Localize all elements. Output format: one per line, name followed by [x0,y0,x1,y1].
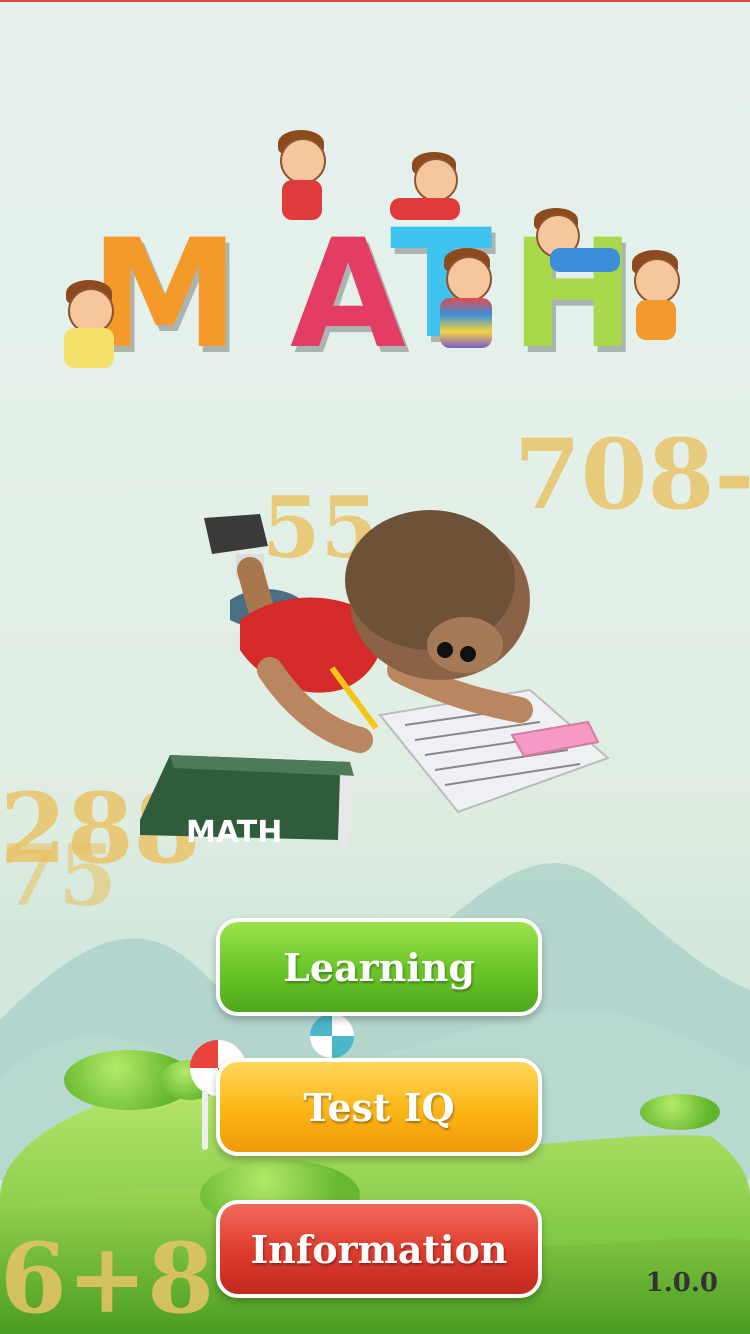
test-iq-button[interactable]: Test IQ [216,1058,542,1156]
floating-number: 75 [0,826,117,925]
math-book-label: MATH [186,815,282,850]
kid-character [380,152,470,222]
bush-right [640,1094,720,1130]
information-button[interactable]: Information [216,1200,542,1298]
top-border [0,0,750,2]
kid-character [58,280,128,370]
floating-number: 6+8 [0,1222,215,1334]
learning-button[interactable]: Learning [216,918,542,1016]
math-logo: M A T H [64,120,710,382]
kid-character [530,208,620,278]
lollipop-icon [310,1014,354,1058]
boy-studying-illustration: MATH [140,510,610,850]
screen: 708-1 55 288 75 6+8 M A T H [0,0,750,1334]
kid-character [270,130,330,230]
version-label: 1.0.0 [645,1268,718,1298]
logo-letter-a: A [290,208,407,382]
kid-character [626,250,686,360]
kid-character [438,248,498,368]
lollipop-stick [202,1090,208,1150]
